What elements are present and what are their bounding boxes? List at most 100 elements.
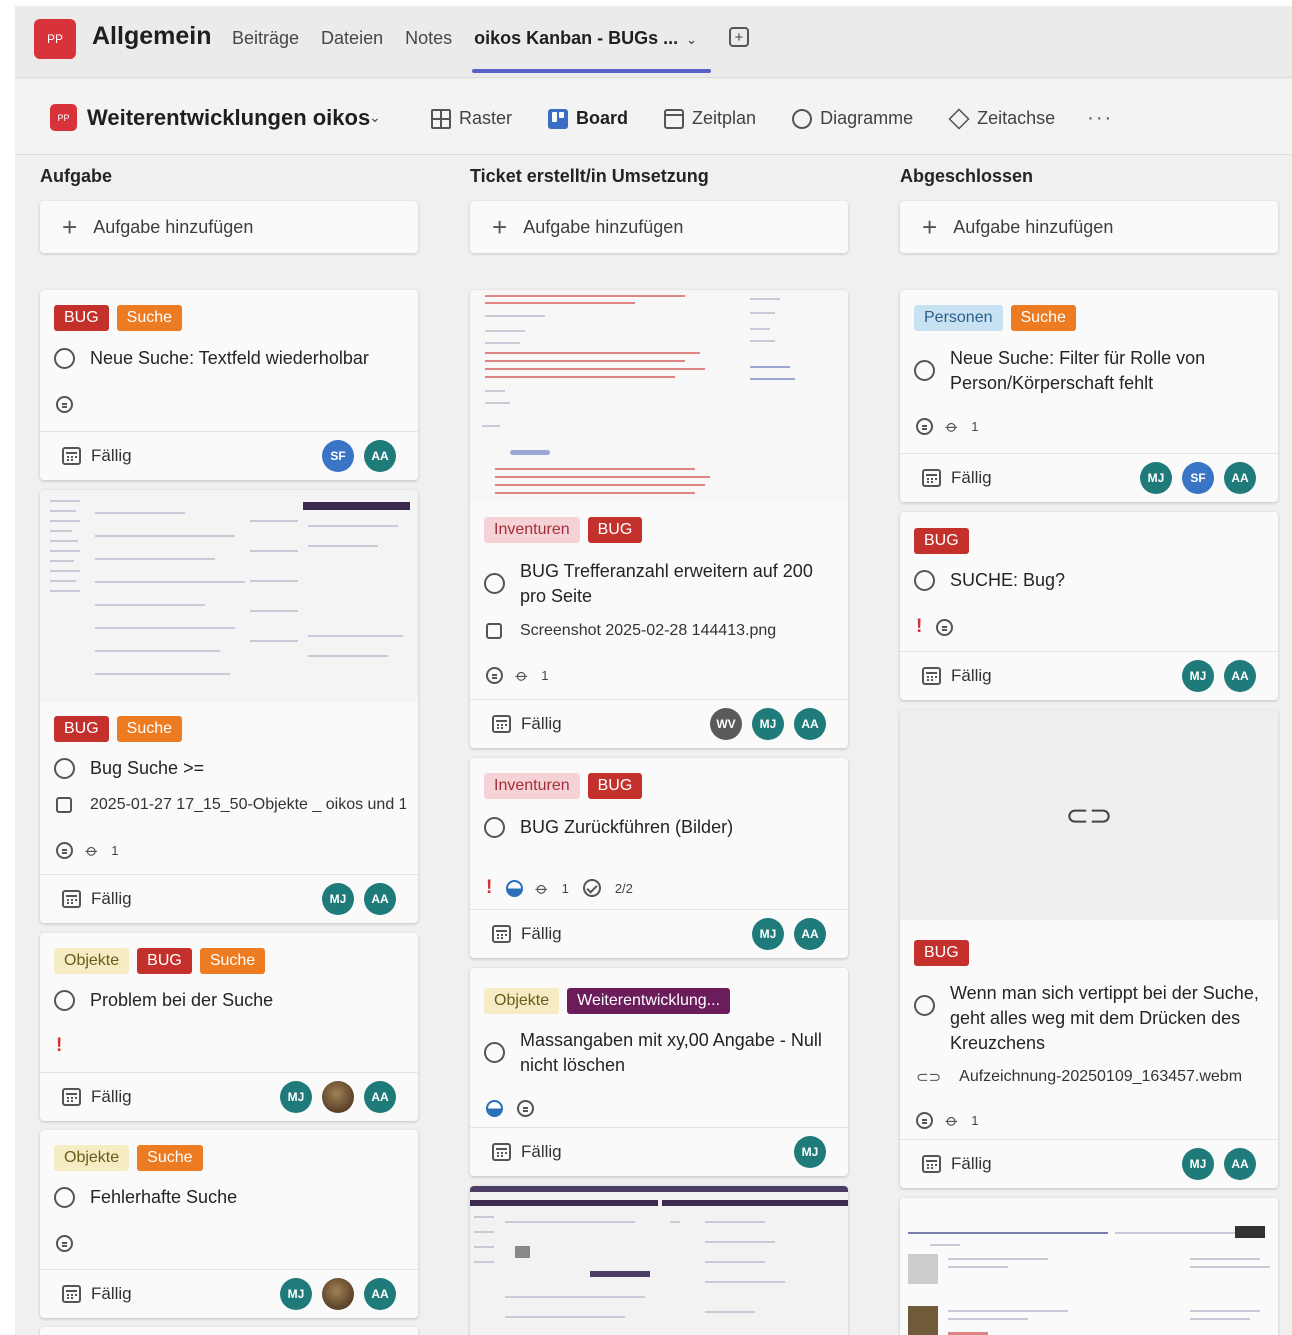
comment-icon [517,1100,534,1117]
tab-oikos-kanban[interactable]: oikos Kanban - BUGs ... ⌄ [472,28,711,73]
chevron-down-icon[interactable]: ⌄ [686,32,697,47]
avatar[interactable] [322,1081,354,1113]
task-card[interactable]: ⊂⊃ BUG Wenn man sich vertippt bei der Su… [900,710,1278,1188]
complete-checkbox[interactable] [54,758,75,779]
complete-checkbox[interactable] [54,1187,75,1208]
task-card[interactable]: Inventuren BUG BUG Trefferanzahl erweite… [470,290,848,748]
task-card[interactable]: BUG SUCHE: Bug? ! Fällig MJ AA [900,512,1278,700]
avatar[interactable]: WV [710,708,742,740]
label-suche: Suche [137,1145,203,1171]
card-footer: Fällig MJ AA [40,1072,418,1121]
tab-beitraege[interactable]: Beiträge [232,28,299,49]
complete-checkbox[interactable] [914,360,935,381]
avatar[interactable]: AA [1224,462,1256,494]
task-card[interactable]: Objekte Weiterentwicklung... Massangaben… [470,968,848,1176]
avatar[interactable]: MJ [1182,660,1214,692]
avatar[interactable] [322,1278,354,1310]
task-title: Problem bei der Suche [90,990,274,1010]
paperclip-icon: ⌀ [941,416,963,437]
comment-icon [936,618,954,636]
calendar-icon [664,108,685,129]
tab-oikos-kanban-label: oikos Kanban - BUGs ... [474,28,679,48]
card-footer: Fällig MJ SF AA [900,453,1278,502]
label-inventuren: Inventuren [484,773,580,799]
complete-checkbox[interactable] [484,1042,505,1063]
task-card[interactable]: Objekte BUG Suche Problem bei der Suche … [40,933,418,1121]
complete-checkbox[interactable] [54,348,75,369]
label-objekte: Objekte [484,988,560,1014]
paperclip-icon: ⌀ [941,1110,963,1131]
view-zeitplan[interactable]: Zeitplan [664,107,756,130]
avatar[interactable]: MJ [1140,462,1172,494]
due-label[interactable]: Fällig [951,666,992,686]
label-bug: BUG [54,716,109,742]
view-raster[interactable]: Raster [431,107,512,130]
task-card[interactable]: Objekte Suche Fehlerhafte Suche Fällig M… [40,1130,418,1318]
due-label[interactable]: Fällig [91,1087,132,1107]
due-label[interactable]: Fällig [951,468,992,488]
task-card[interactable]: Inventuren BUG BUG Zurückführen (Bilder)… [470,758,848,958]
image-icon [56,797,72,813]
card-footer: Fällig MJ AA [40,1269,418,1318]
complete-checkbox[interactable] [484,817,505,838]
task-card[interactable] [470,1186,848,1335]
avatar[interactable]: MJ [1182,1148,1214,1180]
add-tab-icon[interactable]: + [729,27,750,47]
add-task-label: Aufgabe hinzufügen [523,216,684,237]
more-icon[interactable]: ··· [1087,107,1113,130]
avatar[interactable]: SF [1182,462,1214,494]
task-title: Neue Suche: Filter für Rolle von Person/… [950,348,1206,393]
add-task-button[interactable]: + Aufgabe hinzufügen [40,201,418,253]
plan-name[interactable]: Weiterentwicklungen oikos [87,105,370,131]
tab-dateien[interactable]: Dateien [321,28,383,49]
due-label[interactable]: Fällig [521,1142,562,1162]
complete-checkbox[interactable] [484,573,505,594]
attachment-name[interactable]: Aufzeichnung-20250109_163457.webm [959,1068,1242,1086]
task-card[interactable]: BUG Suche Bug Suche >= 2025-01-27 17_15_… [40,490,418,923]
task-card[interactable]: Personen Suche Neue Suche: Filter für Ro… [900,290,1278,502]
link-icon: ⊂⊃ [916,1069,942,1086]
avatar[interactable]: AA [1224,1148,1256,1180]
chevron-down-icon[interactable]: ⌄ [369,109,381,126]
attachment-name[interactable]: Screenshot 2025-02-28 144413.png [520,622,776,640]
attachment-count: 1 [561,880,569,896]
bucket-title: Abgeschlossen [900,166,1034,186]
due-label[interactable]: Fällig [951,1154,992,1174]
due-label[interactable]: Fällig [521,714,562,734]
avatar[interactable]: MJ [794,1136,826,1168]
due-label[interactable]: Fällig [91,1284,132,1304]
avatar[interactable]: MJ [322,883,354,915]
view-zeitachse[interactable]: Zeitachse [948,107,1055,130]
label-objekte: Objekte [54,1145,130,1171]
view-diagramme[interactable]: Diagramme [792,107,913,130]
avatar[interactable]: AA [794,918,826,950]
tab-notes[interactable]: Notes [405,28,452,49]
task-card[interactable]: BUG Suche Neue Suche: Textfeld wiederhol… [40,290,418,480]
avatar[interactable]: AA [364,440,396,472]
avatar[interactable]: AA [364,1081,396,1113]
due-label[interactable]: Fällig [91,889,132,909]
avatar[interactable]: AA [1224,660,1256,692]
team-avatar[interactable]: PP [34,19,76,59]
label-suche: Suche [199,948,266,974]
attachment-name[interactable]: 2025-01-27 17_15_50-Objekte _ oikos und … [90,796,406,814]
complete-checkbox[interactable] [914,995,935,1016]
avatar[interactable]: MJ [752,918,784,950]
add-task-button[interactable]: + Aufgabe hinzufügen [900,201,1278,253]
complete-checkbox[interactable] [54,990,75,1011]
due-label[interactable]: Fällig [91,446,132,466]
due-label[interactable]: Fällig [521,924,562,944]
avatar[interactable]: AA [364,1278,396,1310]
view-board[interactable]: Board [548,107,628,130]
avatar[interactable]: MJ [280,1278,312,1310]
avatar[interactable]: AA [364,883,396,915]
task-card[interactable] [40,1327,418,1335]
avatar[interactable]: SF [322,440,354,472]
teams-window: PP Allgemein Beiträge Dateien Notes oiko… [15,6,1292,1335]
task-card[interactable] [900,1198,1278,1335]
avatar[interactable]: AA [794,708,826,740]
add-task-button[interactable]: + Aufgabe hinzufügen [470,201,848,253]
avatar[interactable]: MJ [280,1081,312,1113]
avatar[interactable]: MJ [752,708,784,740]
complete-checkbox[interactable] [914,570,935,591]
